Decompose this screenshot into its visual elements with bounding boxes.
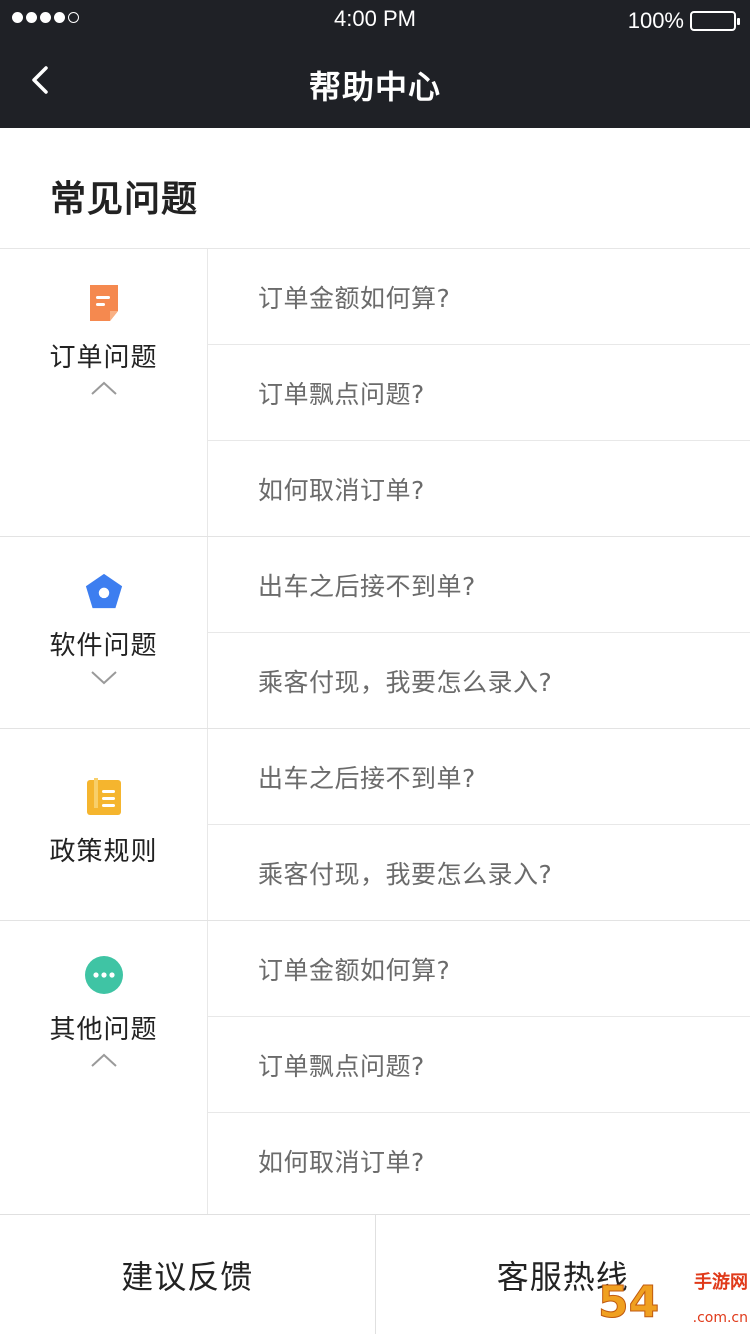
- feedback-button[interactable]: 建议反馈: [0, 1215, 375, 1334]
- watermark-logo: 54 手游网 .com.cn: [597, 1262, 748, 1332]
- watermark-text: 手游网: [694, 1272, 748, 1293]
- clipboard-icon: [84, 777, 124, 817]
- watermark-url: .com.cn: [692, 1310, 748, 1326]
- faq-group-order: 订单问题 订单金额如何算? 订单飘点问题? 如何取消订单?: [0, 249, 750, 537]
- category-label: 软件问题: [49, 631, 158, 661]
- category-software[interactable]: 软件问题: [0, 537, 208, 728]
- status-bar: 4:00 PM 100%: [0, 0, 750, 40]
- question-item[interactable]: 订单金额如何算?: [208, 249, 750, 345]
- question-list: 订单金额如何算? 订单飘点问题? 如何取消订单?: [208, 249, 750, 536]
- chevron-up-icon[interactable]: [89, 378, 119, 400]
- chevron-up-icon[interactable]: [89, 1050, 119, 1072]
- question-item[interactable]: 出车之后接不到单?: [208, 729, 750, 825]
- section-title: 常见问题: [50, 179, 199, 220]
- question-item[interactable]: 订单飘点问题?: [208, 1017, 750, 1113]
- question-list: 订单金额如何算? 订单飘点问题? 如何取消订单?: [208, 921, 750, 1214]
- page-title: 帮助中心: [308, 68, 441, 106]
- battery-percentage: 100%: [627, 8, 684, 33]
- question-item[interactable]: 乘客付现，我要怎么录入?: [208, 825, 750, 921]
- pentagon-icon: [84, 571, 124, 611]
- category-label: 其他问题: [49, 1015, 158, 1045]
- chevron-down-icon[interactable]: [89, 666, 119, 688]
- document-icon: [84, 283, 124, 323]
- category-other[interactable]: 其他问题: [0, 921, 208, 1214]
- question-list: 出车之后接不到单? 乘客付现，我要怎么录入?: [208, 729, 750, 920]
- faq-group-other: 其他问题 订单金额如何算? 订单飘点问题? 如何取消订单?: [0, 921, 750, 1214]
- battery-status: 100%: [627, 8, 740, 34]
- watermark-number: 54: [597, 1277, 660, 1329]
- question-item[interactable]: 订单飘点问题?: [208, 345, 750, 441]
- faq-group-policy: 政策规则 出车之后接不到单? 乘客付现，我要怎么录入?: [0, 729, 750, 921]
- category-label: 订单问题: [49, 343, 158, 373]
- question-item[interactable]: 出车之后接不到单?: [208, 537, 750, 633]
- question-list: 出车之后接不到单? 乘客付现，我要怎么录入?: [208, 537, 750, 728]
- question-item[interactable]: 乘客付现，我要怎么录入?: [208, 633, 750, 729]
- question-item[interactable]: 如何取消订单?: [208, 1113, 750, 1209]
- category-label: 政策规则: [49, 837, 158, 867]
- category-policy[interactable]: 政策规则: [0, 729, 208, 920]
- category-order[interactable]: 订单问题: [0, 249, 208, 536]
- more-icon: [84, 955, 124, 995]
- faq-group-software: 软件问题 出车之后接不到单? 乘客付现，我要怎么录入?: [0, 537, 750, 729]
- top-bar: 4:00 PM 100% 帮助中心: [0, 0, 750, 128]
- question-item[interactable]: 如何取消订单?: [208, 441, 750, 537]
- question-item[interactable]: 订单金额如何算?: [208, 921, 750, 1017]
- battery-icon: [690, 11, 740, 31]
